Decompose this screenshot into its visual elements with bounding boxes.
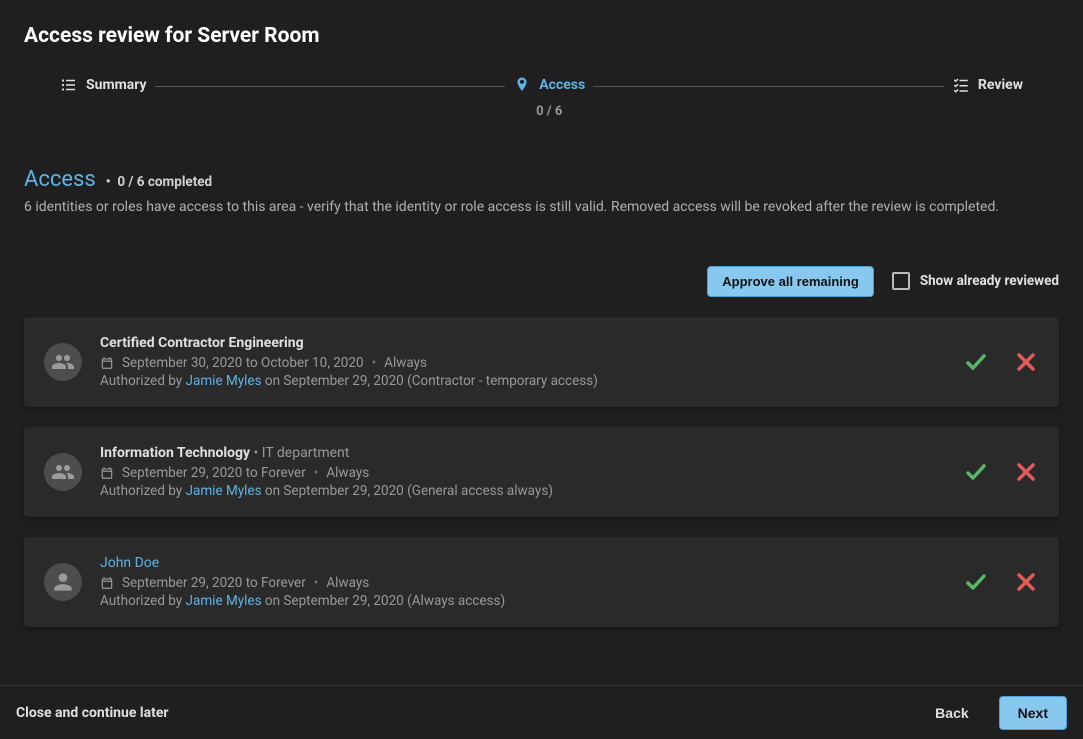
item-date-range: September 29, 2020 to Forever xyxy=(122,465,306,481)
step-review[interactable]: Review xyxy=(952,76,1023,94)
section-progress: • 0 / 6 completed xyxy=(106,174,212,190)
item-schedule-line: September 29, 2020 to Forever•Always xyxy=(100,465,945,481)
checkbox-icon xyxy=(892,272,910,290)
checklist-icon xyxy=(952,76,970,94)
section-header: Access • 0 / 6 completed 6 identities or… xyxy=(0,127,1083,226)
step-label: Summary xyxy=(86,77,147,93)
bulk-actions: Approve all remaining Show already revie… xyxy=(0,226,1083,309)
item-body: Information Technology • IT department Se… xyxy=(100,445,945,499)
item-authorization: Authorized by Jamie Myles on September 2… xyxy=(100,593,945,609)
item-title: Certified Contractor Engineering xyxy=(100,335,945,351)
pin-icon xyxy=(513,76,531,94)
item-schedule: Always xyxy=(326,465,369,481)
item-schedule: Always xyxy=(326,575,369,591)
group-icon xyxy=(44,453,82,491)
identity-link[interactable]: John Doe xyxy=(100,555,159,571)
approve-all-button[interactable]: Approve all remaining xyxy=(707,266,874,297)
item-subtitle: • IT department xyxy=(250,445,349,461)
step-access-count: 0 / 6 xyxy=(536,104,562,119)
approve-button[interactable] xyxy=(963,349,989,375)
approve-button[interactable] xyxy=(963,459,989,485)
show-reviewed-label: Show already reviewed xyxy=(920,273,1059,289)
step-access[interactable]: Access 0 / 6 xyxy=(513,76,585,119)
step-summary[interactable]: Summary xyxy=(60,76,147,94)
authorizer-link[interactable]: Jamie Myles xyxy=(186,483,262,499)
item-schedule: Always xyxy=(384,355,427,371)
item-authorization: Authorized by Jamie Myles on September 2… xyxy=(100,373,945,389)
section-title: Access xyxy=(24,167,96,192)
reject-button[interactable] xyxy=(1013,349,1039,375)
stepper-divider xyxy=(155,86,506,87)
footer: Close and continue later Back Next xyxy=(0,685,1083,739)
item-title: John Doe xyxy=(100,555,945,571)
access-item: Certified Contractor Engineering Septembe… xyxy=(24,317,1059,407)
item-title: Information Technology • IT department xyxy=(100,445,945,461)
list-icon xyxy=(60,76,78,94)
item-schedule-line: September 30, 2020 to October 10, 2020•A… xyxy=(100,355,945,371)
authorizer-link[interactable]: Jamie Myles xyxy=(186,593,262,609)
item-body: Certified Contractor Engineering Septembe… xyxy=(100,335,945,389)
item-schedule-line: September 29, 2020 to Forever•Always xyxy=(100,575,945,591)
item-body: John Doe September 29, 2020 to Forever•Al… xyxy=(100,555,945,609)
access-item: Information Technology • IT department Se… xyxy=(24,427,1059,517)
reject-button[interactable] xyxy=(1013,569,1039,595)
item-date-range: September 30, 2020 to October 10, 2020 xyxy=(122,355,364,371)
item-date-range: September 29, 2020 to Forever xyxy=(122,575,306,591)
access-item: John Doe September 29, 2020 to Forever•Al… xyxy=(24,537,1059,627)
next-button[interactable]: Next xyxy=(999,696,1067,730)
content-scroll[interactable]: Access • 0 / 6 completed 6 identities or… xyxy=(0,127,1083,685)
stepper-divider xyxy=(593,86,944,87)
stepper: Summary Access 0 / 6 Review xyxy=(0,60,1083,127)
section-description: 6 identities or roles have access to thi… xyxy=(24,198,1059,218)
step-label: Review xyxy=(978,77,1023,93)
authorizer-link[interactable]: Jamie Myles xyxy=(186,373,262,389)
person-icon xyxy=(44,563,82,601)
show-reviewed-toggle[interactable]: Show already reviewed xyxy=(892,272,1059,290)
item-authorization: Authorized by Jamie Myles on September 2… xyxy=(100,483,945,499)
group-icon xyxy=(44,343,82,381)
access-items-list: Certified Contractor Engineering Septembe… xyxy=(0,309,1083,647)
step-label: Access xyxy=(539,77,585,93)
reject-button[interactable] xyxy=(1013,459,1039,485)
back-button[interactable]: Back xyxy=(921,697,982,729)
page-header: Access review for Server Room xyxy=(0,0,1083,60)
page-title: Access review for Server Room xyxy=(24,24,1059,48)
close-continue-link[interactable]: Close and continue later xyxy=(16,705,169,721)
approve-button[interactable] xyxy=(963,569,989,595)
item-actions xyxy=(963,569,1039,595)
item-actions xyxy=(963,349,1039,375)
item-actions xyxy=(963,459,1039,485)
